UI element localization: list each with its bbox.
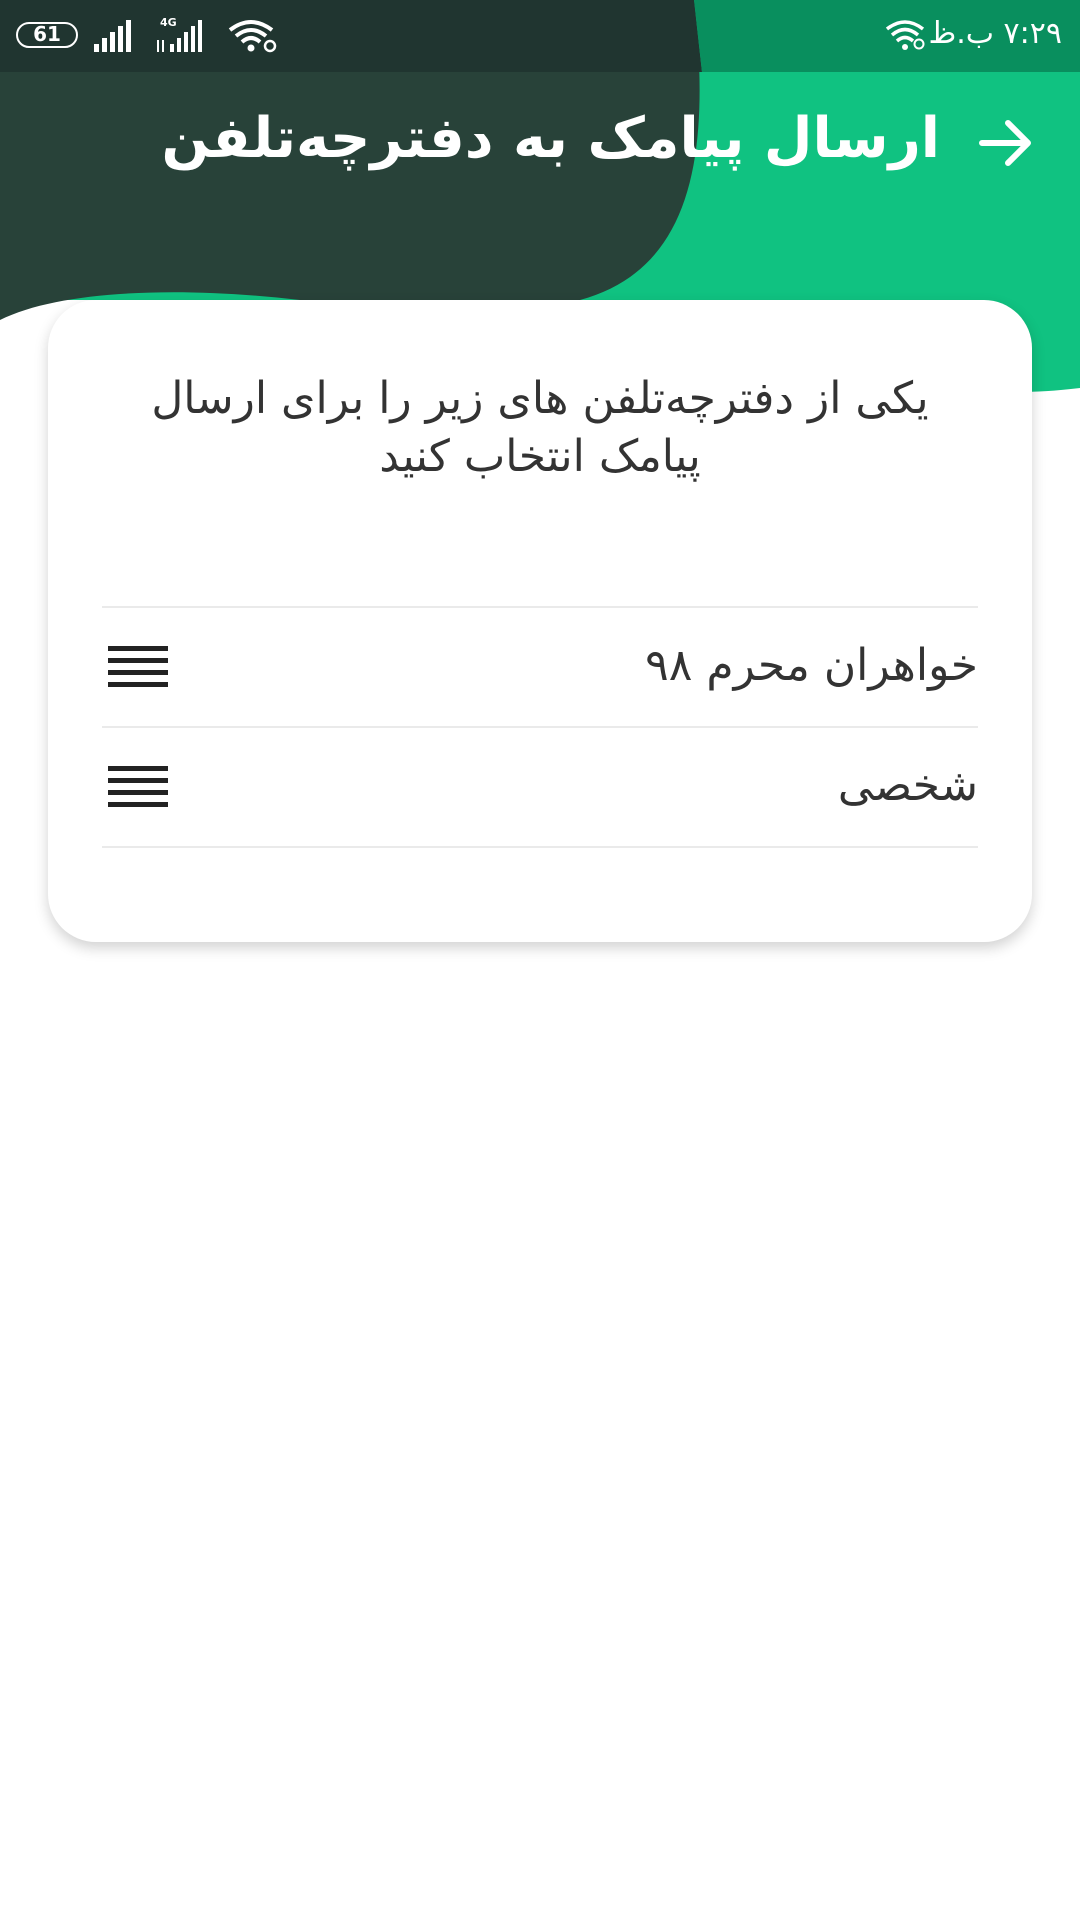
wifi-icon (228, 20, 277, 53)
battery-icon: 61 (16, 22, 78, 48)
menu-icon (108, 646, 168, 687)
phonebook-name: شخصی (837, 760, 978, 811)
instruction-text: یکی از دفترچه‌تلفن های زیر را برای ارسال… (151, 373, 929, 482)
status-bar: 61 4G ۷:۲۹ ب.ظ (0, 0, 1080, 72)
phonebook-list: خواهران محرم ۹۸ شخصی (102, 606, 978, 848)
signal-4g-icon: 4G (157, 16, 202, 52)
signal-icon (94, 20, 131, 52)
list-item[interactable]: شخصی (102, 728, 978, 848)
list-item[interactable]: خواهران محرم ۹۸ (102, 608, 978, 728)
status-time: ۷:۲۹ ب.ظ (928, 16, 1062, 51)
network-type-label: 4G (160, 16, 177, 29)
phonebook-name: خواهران محرم ۹۸ (645, 640, 978, 691)
wifi-icon (886, 20, 925, 50)
menu-icon (108, 766, 168, 807)
page-title: ارسال پیامک به دفترچه‌تلفن (161, 106, 940, 171)
app-bar: ارسال پیامک به دفترچه‌تلفن (0, 96, 1080, 186)
phonebook-card: یکی از دفترچه‌تلفن های زیر را برای ارسال… (48, 300, 1032, 942)
screen: 61 4G (0, 0, 1080, 1920)
arrow-right-icon[interactable] (978, 118, 1034, 168)
